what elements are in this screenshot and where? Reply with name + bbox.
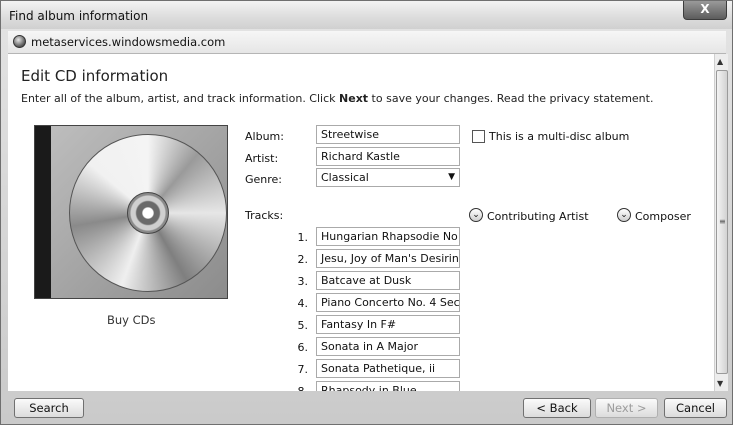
track-number: 6.: [297, 341, 309, 354]
album-label: Album:: [245, 130, 284, 143]
grip-icon: ≡: [719, 217, 726, 226]
tracks-label: Tracks:: [245, 209, 284, 222]
composer-chevron-icon[interactable]: ⌄: [617, 208, 631, 222]
track-number: 7.: [297, 363, 309, 376]
track-title-field[interactable]: Batcave at Dusk: [316, 271, 460, 290]
page-title: Edit CD information: [21, 67, 169, 85]
instructions-text: Enter all of the album, artist, and trac…: [21, 92, 654, 105]
track-title-field[interactable]: Hungarian Rhapsodie No 2: [316, 227, 460, 246]
search-button[interactable]: Search: [14, 398, 84, 418]
artist-field[interactable]: Richard Kastle: [316, 147, 460, 166]
album-cover-image: [34, 125, 228, 299]
artist-label: Artist:: [245, 152, 279, 165]
scroll-thumb[interactable]: ≡: [716, 70, 728, 374]
multidisc-checkbox[interactable]: [472, 130, 485, 143]
dropdown-arrow-icon: ▼: [448, 172, 455, 182]
genre-label: Genre:: [245, 173, 283, 186]
track-number: 5.: [297, 319, 309, 332]
track-title-field[interactable]: Sonata in A Major: [316, 337, 460, 356]
instructions-next-bold: Next: [339, 92, 369, 105]
content-pane: Edit CD information Enter all of the alb…: [8, 54, 714, 391]
scroll-down-icon[interactable]: ▼: [717, 379, 723, 388]
track-number: 2.: [297, 253, 309, 266]
address-url: metaservices.windowsmedia.com: [31, 35, 226, 49]
track-title-field[interactable]: Sonata Pathetique, ii: [316, 359, 460, 378]
title-bar: Find album information X: [1, 1, 732, 29]
buy-cds-link[interactable]: Buy CDs: [107, 313, 156, 327]
next-button[interactable]: Next >: [595, 398, 658, 418]
contributing-artist-button[interactable]: Contributing Artist: [487, 210, 589, 223]
genre-select[interactable]: Classical ▼: [316, 168, 460, 187]
track-number: 8.: [288, 385, 309, 391]
globe-icon: [13, 35, 26, 48]
track-number: 4.: [297, 297, 309, 310]
track-title-field[interactable]: Jesu, Joy of Man's Desiring: [316, 249, 460, 268]
track-title-field[interactable]: Rhapsody in Blue: [316, 381, 460, 391]
window-title: Find album information: [9, 9, 149, 23]
button-bar: Search < Back Next > Cancel: [8, 393, 727, 423]
genre-value: Classical: [321, 171, 369, 184]
back-button[interactable]: < Back: [523, 398, 591, 418]
track-title-field[interactable]: Piano Concerto No. 4 Secor: [316, 293, 460, 312]
scroll-up-icon[interactable]: ▲: [717, 57, 723, 66]
multidisc-label: This is a multi-disc album: [489, 130, 630, 143]
find-album-window: Find album information X metaservices.wi…: [0, 0, 733, 425]
album-field[interactable]: Streetwise: [316, 125, 460, 144]
contributing-artist-chevron-icon[interactable]: ⌄: [469, 208, 483, 222]
cd-disc-icon: [69, 134, 227, 292]
cancel-button[interactable]: Cancel: [664, 398, 727, 418]
vertical-scrollbar[interactable]: ▲ ≡ ▼: [714, 54, 728, 391]
address-bar: metaservices.windowsmedia.com: [8, 31, 726, 54]
track-number: 3.: [297, 275, 309, 288]
track-title-field[interactable]: Fantasy In F#: [316, 315, 460, 334]
track-number: 1.: [297, 231, 309, 244]
close-button[interactable]: X: [683, 1, 727, 20]
composer-button[interactable]: Composer: [635, 210, 691, 223]
